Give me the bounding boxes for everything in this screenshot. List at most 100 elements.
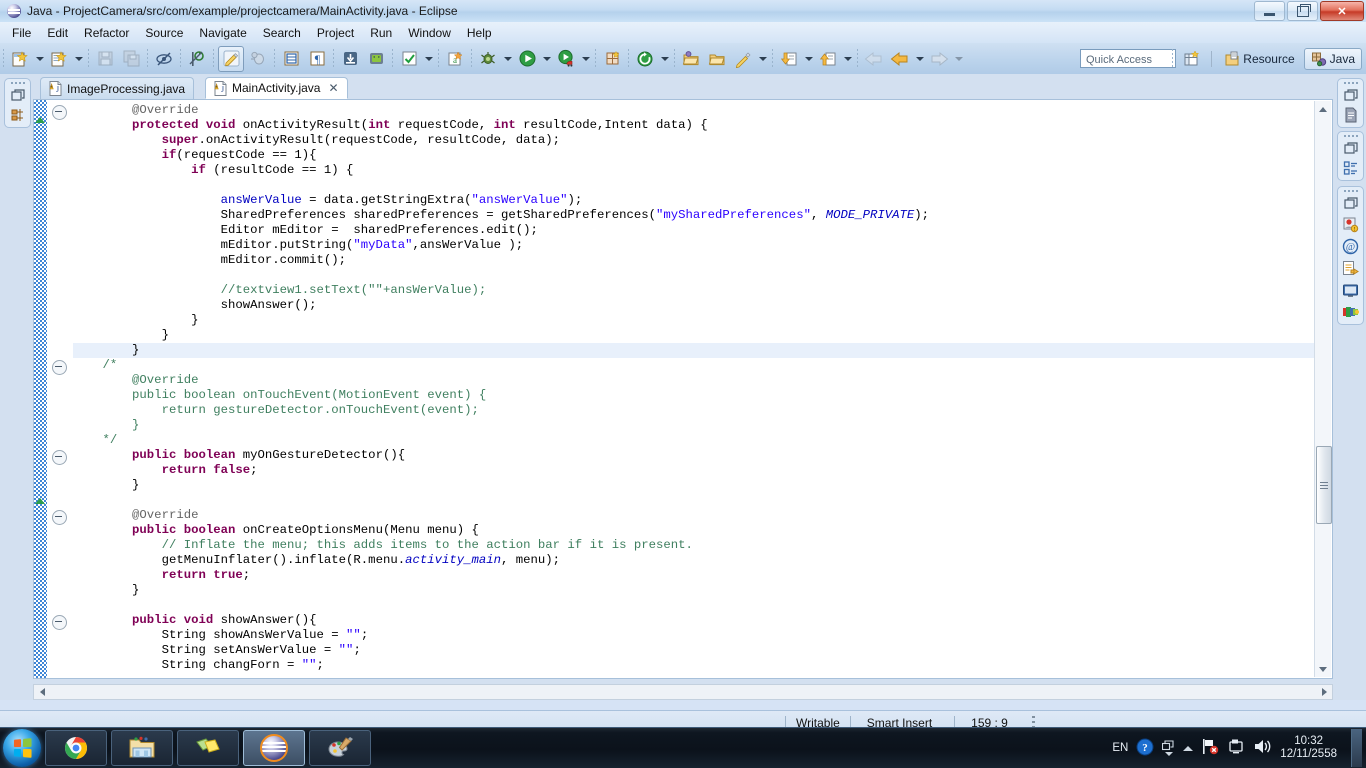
refresh-dropdown[interactable] [658,47,671,71]
toggle-mark-occurrences-button[interactable] [152,47,176,71]
taskbar-item-chrome[interactable] [45,730,107,766]
run-last-tool-dropdown[interactable] [422,47,435,71]
outline-view-icon[interactable] [1343,160,1359,176]
close-button[interactable]: ✕ [1320,1,1364,21]
debug-android-button[interactable] [246,47,270,71]
open-task-button[interactable] [705,47,729,71]
scrollbar-thumb[interactable] [1316,446,1332,524]
new-paragraph-button[interactable]: ¶ [305,47,329,71]
tray-volume-icon[interactable] [1253,738,1272,758]
editor-horizontal-scrollbar[interactable] [33,684,1333,700]
declaration-view-icon[interactable] [1342,260,1359,277]
new-java-project-button[interactable] [47,47,71,71]
debug-button[interactable] [476,47,500,71]
tray-clock[interactable]: 10:32 12/11/2558 [1280,735,1337,761]
scroll-up-icon[interactable] [1315,101,1331,117]
tray-language[interactable]: EN [1112,742,1128,754]
restore-view-icon[interactable] [1343,140,1359,156]
editor-body[interactable]: @Override protected void onActivityResul… [33,99,1333,679]
previous-annotation-button[interactable] [816,47,840,71]
drag-handle-dots[interactable] [1343,190,1358,192]
menu-refactor[interactable]: Refactor [76,24,137,42]
problems-view-icon[interactable]: ! [1342,216,1359,233]
open-perspective-button[interactable] [1180,47,1204,71]
drag-handle-dots[interactable] [1343,135,1358,137]
new-java-project-dropdown[interactable] [72,47,85,71]
package-explorer-icon[interactable] [10,107,26,123]
tray-action-center-icon[interactable] [1227,738,1245,758]
fold-toggle[interactable] [52,510,67,525]
forward-button[interactable] [888,47,912,71]
taskbar-item-file-explorer[interactable] [111,730,173,766]
navigate-next-dropdown[interactable] [952,47,965,71]
skip-all-breakpoints-button[interactable] [185,47,209,71]
restore-view-icon[interactable] [1343,195,1359,211]
coverage-dropdown[interactable] [579,47,592,71]
perspective-resource[interactable]: Resource [1218,49,1300,69]
scroll-right-icon[interactable] [1316,685,1332,699]
close-icon[interactable]: ✕ [328,81,338,95]
minimize-button[interactable] [1254,1,1285,21]
next-annotation-button[interactable] [777,47,801,71]
drag-handle-dots[interactable] [1343,82,1358,84]
fold-toggle[interactable] [52,105,67,120]
javadoc-view-icon[interactable]: @ [1342,238,1359,255]
fold-toggle[interactable] [52,615,67,630]
scroll-left-icon[interactable] [34,685,50,699]
menu-navigate[interactable]: Navigate [191,24,254,42]
editor-tab-mainactivity[interactable]: J MainActivity.java ✕ [205,77,348,99]
fold-toggle[interactable] [52,360,67,375]
refresh-button[interactable] [633,47,657,71]
navigate-next-button[interactable] [927,47,951,71]
show-desktop-button[interactable] [1351,729,1362,767]
scroll-down-icon[interactable] [1315,661,1331,677]
new-wizard-button[interactable] [8,47,32,71]
run-dropdown[interactable] [540,47,553,71]
previous-annotation-dropdown[interactable] [841,47,854,71]
forward-dropdown[interactable] [913,47,926,71]
taskbar-item-sticky-notes[interactable] [177,730,239,766]
menu-window[interactable]: Window [400,24,459,42]
restore-view-icon[interactable] [10,87,26,103]
quick-access-input[interactable]: Quick Access [1080,49,1176,68]
external-tools-dropdown[interactable] [756,47,769,71]
fold-toggle[interactable] [52,450,67,465]
taskbar-item-paint[interactable] [309,730,371,766]
menu-file[interactable]: File [4,24,39,42]
external-tools-button[interactable] [731,47,755,71]
task-list-icon[interactable] [1343,107,1359,123]
run-button[interactable] [515,47,539,71]
next-annotation-dropdown[interactable] [802,47,815,71]
menu-edit[interactable]: Edit [39,24,76,42]
menu-search[interactable]: Search [255,24,309,42]
tray-help-icon[interactable]: ? [1136,738,1154,759]
start-button[interactable] [3,729,41,767]
save-button[interactable] [93,47,117,71]
open-type-button[interactable] [679,47,703,71]
android-sdk-manager-button[interactable] [338,47,362,71]
console-view-icon[interactable] [1342,282,1359,299]
perspective-java[interactable]: Java [1303,47,1362,70]
tray-show-hidden-icons[interactable] [1162,740,1175,756]
menu-help[interactable]: Help [459,24,500,42]
avd-manager-button[interactable] [364,47,388,71]
menu-source[interactable]: Source [137,24,191,42]
tray-expand-icon[interactable] [1183,745,1194,751]
editor-vertical-scrollbar[interactable] [1314,101,1332,677]
new-annotation-button[interactable]: a [443,47,467,71]
run-last-tool-button[interactable] [397,47,421,71]
folding-gutter[interactable] [47,100,73,678]
editor-tab-imageprocessing[interactable]: J ImageProcessing.java [40,77,195,99]
menu-run[interactable]: Run [362,24,400,42]
restore-view-icon[interactable] [1343,87,1359,103]
logcat-view-icon[interactable] [1342,304,1360,320]
new-android-xml-button[interactable] [218,45,244,72]
coverage-button[interactable] [554,47,578,71]
tray-network-icon[interactable] [1201,738,1219,758]
taskbar-item-eclipse[interactable] [243,730,305,766]
debug-dropdown[interactable] [501,47,514,71]
open-layout-button[interactable] [279,47,303,71]
restore-button[interactable] [1287,1,1318,21]
source-code[interactable]: @Override protected void onActivityResul… [73,100,1314,678]
menu-project[interactable]: Project [309,24,362,42]
